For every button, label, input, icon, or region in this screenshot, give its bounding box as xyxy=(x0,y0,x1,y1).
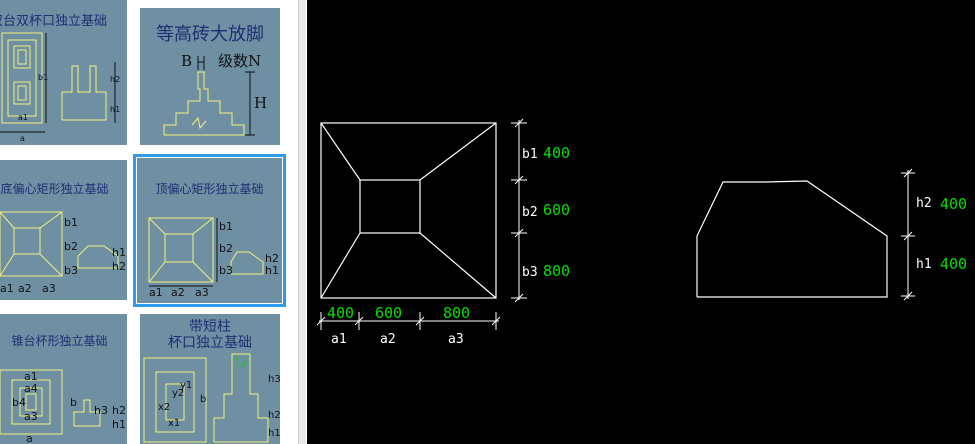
dim-h3-label: h3 xyxy=(268,374,280,385)
dim-a3-label: a3 xyxy=(24,410,38,423)
cad-drawing: b1 400 b2 600 b3 800 400 600 800 a1 a2 a… xyxy=(316,118,967,347)
dim-y1-label: y1 xyxy=(180,380,192,391)
plan-a1-label: a1 xyxy=(331,332,347,347)
plan-a1-value: 400 xyxy=(327,304,354,322)
dim-a1-label: a1 xyxy=(0,282,14,295)
tile-double-cup-foundation[interactable]: 双台双杯口独立基础 b1 h2 h1 a1 a xyxy=(0,0,127,145)
plan-view xyxy=(320,122,497,299)
dim-x2-label: x2 xyxy=(158,402,170,413)
section-view xyxy=(696,180,888,298)
dim-h2-label: h2 xyxy=(112,404,126,417)
dim-h2-label: h2 xyxy=(268,410,280,421)
tile-diagram: b1 b2 b3 h2 h1 a1 a2 a3 xyxy=(148,217,279,299)
section-h1-label: h1 xyxy=(916,257,932,272)
section-h2-label: h2 xyxy=(916,196,932,211)
dim-a1-label: a1 xyxy=(149,286,163,299)
tile-equal-height-brick-footing[interactable]: 等高砖大放脚 B 级数N H xyxy=(140,8,280,145)
dim-b1-label: b1 xyxy=(64,216,78,229)
section-h2-value: 400 xyxy=(940,195,967,213)
plan-a2-label: a2 xyxy=(380,332,396,347)
dim-x1-label: x1 xyxy=(168,418,180,429)
plan-b2-value: 600 xyxy=(543,201,570,219)
brick-height-label: H xyxy=(254,94,267,112)
plan-b1-value: 400 xyxy=(543,144,570,162)
plan-b3-value: 800 xyxy=(543,262,570,280)
tile-diagram: b1 h2 h1 a1 a xyxy=(0,32,120,143)
dim-b1-label: b1 xyxy=(219,220,233,233)
tile-short-column-cup-foundation[interactable]: 带短柱 杯口独立基础 x2 y2 y1 x1 b h3 h2 h1 xyxy=(140,314,280,444)
dim-a2-label: a2 xyxy=(171,286,185,299)
dim-h3-label: h3 xyxy=(94,404,108,417)
dim-h1-label: h1 xyxy=(112,246,126,259)
dim-h2-label: h2 xyxy=(110,75,120,84)
section-dimensions xyxy=(901,168,915,301)
plan-b3-label: b3 xyxy=(522,265,538,280)
dim-h1-label: h1 xyxy=(265,264,279,277)
dim-a2-label: a2 xyxy=(18,282,32,295)
dim-a-label: a xyxy=(26,432,33,444)
foundation-type-gallery: 双台双杯口独立基础 b1 h2 h1 a1 a 等高砖大放脚 B 级数N H 底… xyxy=(0,0,298,444)
dim-h1-label: h1 xyxy=(110,105,120,114)
dim-h1-label: h1 xyxy=(112,418,126,431)
tile-diagram: B 级数N H xyxy=(163,52,267,136)
dim-b1-label: b1 xyxy=(38,73,48,82)
dim-a3-label: a3 xyxy=(195,286,209,299)
brick-width-label: B xyxy=(181,52,192,70)
plan-a3-value: 800 xyxy=(443,304,470,322)
tile-diagram: x2 y2 y1 x1 b h3 h2 h1 xyxy=(143,353,280,443)
dim-b3-label: b3 xyxy=(64,264,78,277)
tile-bottom-eccentric-foundation[interactable]: 底偏心矩形独立基础 b1 b2 b3 h1 h2 a1 a2 a3 xyxy=(0,160,127,300)
dim-b4-label: b4 xyxy=(12,396,26,409)
dim-h2-label: h2 xyxy=(112,260,126,273)
plan-b1-label: b1 xyxy=(522,147,538,162)
tile-diagram: a1 a4 b4 a3 b h3 h2 h1 a xyxy=(0,369,126,444)
tile-diagram: b1 b2 b3 h1 h2 a1 a2 a3 xyxy=(0,211,126,295)
section-h1-value: 400 xyxy=(940,255,967,273)
tile-truncated-cone-cup-foundation[interactable]: 锥台杯形独立基础 a1 a4 b4 a3 b h3 h2 h1 a xyxy=(0,314,127,444)
brick-steps-label: 级数N xyxy=(218,52,261,70)
tile-top-eccentric-foundation[interactable]: 顶偏心矩形独立基础 b1 b2 b3 h2 h1 a1 a2 a3 xyxy=(133,154,286,307)
dim-a3-label: a3 xyxy=(42,282,56,295)
dim-b2-label: b2 xyxy=(64,240,78,253)
dim-a1-label: a1 xyxy=(18,113,28,122)
dim-a4-label: a4 xyxy=(24,382,38,395)
gallery-scrollbar[interactable] xyxy=(298,0,306,444)
dim-h1-label: h1 xyxy=(268,428,280,439)
plan-a3-label: a3 xyxy=(448,332,464,347)
dim-b3-label: b3 xyxy=(219,264,233,277)
plan-a2-value: 600 xyxy=(375,304,402,322)
plan-b2-label: b2 xyxy=(522,205,538,220)
dim-a-label: a xyxy=(20,134,25,143)
dim-b-label: b xyxy=(70,396,77,409)
dim-b-label: b xyxy=(200,394,206,405)
cad-canvas[interactable]: b1 400 b2 600 b3 800 400 600 800 a1 a2 a… xyxy=(307,0,975,444)
dim-b2-label: b2 xyxy=(219,242,233,255)
